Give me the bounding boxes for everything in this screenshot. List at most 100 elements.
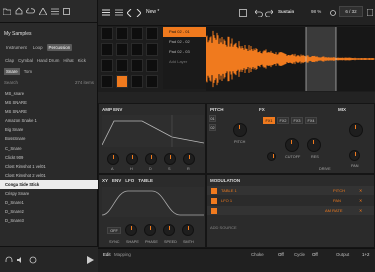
loop-icon[interactable] [28,255,37,264]
tab-table[interactable]: TABLE [138,178,153,183]
hold-knob[interactable] [126,153,138,165]
remove-mod-icon[interactable]: ✕ [359,186,362,195]
decay-knob[interactable] [145,153,157,165]
folder-icon[interactable] [2,7,11,16]
envelope-graph[interactable] [102,115,204,147]
mapping-tab[interactable]: Mapping [114,252,131,257]
drum-pad[interactable] [116,43,128,56]
speaker-icon[interactable] [16,255,25,264]
play-icon[interactable] [86,255,95,264]
list-item[interactable]: MS SNARE [0,107,98,116]
headphones-icon[interactable] [4,255,13,264]
tab-cymbal[interactable]: Cymbal [17,57,34,64]
mod-row[interactable]: AM RATE ✕ [207,206,374,215]
pitch-mode-button[interactable]: 02 [209,124,216,131]
tab-snare[interactable]: Snare [4,68,20,75]
chevron-right-icon[interactable] [135,8,142,17]
release-knob[interactable] [183,153,195,165]
drum-pad[interactable] [131,27,143,40]
attack-knob[interactable] [107,153,119,165]
speed-knob[interactable] [163,224,175,236]
list-item-selected[interactable]: Conga Side Stick [0,179,98,190]
phase-knob[interactable] [144,224,156,236]
list-icon[interactable] [50,7,59,16]
remove-mod-icon[interactable]: ✕ [359,196,362,205]
chevron-left-icon[interactable] [126,8,133,17]
list-item[interactable]: Big Snare [0,125,98,134]
tab-hihat[interactable]: Hihat [62,57,74,64]
list-item[interactable]: C_Snare [0,144,98,153]
settings-icon[interactable] [328,8,337,17]
list-item[interactable]: Crispy Snare [0,189,98,198]
list-item[interactable]: D_Snare3 [0,216,98,225]
cutoff-knob[interactable] [285,138,299,152]
shape-knob[interactable] [125,224,137,236]
pad-layer-item[interactable]: Pad 02 - 01 [163,27,206,37]
drum-pad[interactable] [101,75,113,88]
list-item[interactable]: MS_snare [0,89,98,98]
drum-pad[interactable] [101,27,113,40]
fx1-tab[interactable]: FX1 [263,117,275,124]
edit-tab[interactable]: Edit [103,252,111,257]
tab-percussion[interactable]: Percussion [46,44,73,51]
tab-clap[interactable]: Clap [4,57,15,64]
search-input[interactable]: Search 274 items [4,80,94,87]
drum-pad[interactable] [146,27,158,40]
drum-pad[interactable] [131,59,143,72]
sustain-knob[interactable] [164,153,176,165]
warning-icon[interactable] [38,7,47,16]
layout-icon[interactable] [238,8,247,17]
fx4-tab[interactable]: FX4 [305,117,317,124]
pad-layer-item[interactable]: Pad 02 - 03 [163,47,206,57]
pitch-knob[interactable] [233,123,247,137]
tab-env[interactable]: ENV [112,178,121,183]
drum-pad[interactable] [101,43,113,56]
zoom-level[interactable]: 98 % [311,9,321,14]
fx3-tab[interactable]: FX3 [291,117,303,124]
expand-icon[interactable] [366,8,374,17]
pan-knob[interactable] [349,150,360,161]
bars-icon[interactable] [114,8,123,17]
tab-tom[interactable]: Tom [22,68,34,75]
drum-pad[interactable] [101,59,113,72]
lfo-graph[interactable] [102,187,204,217]
lfo-off-button[interactable]: OFF [107,227,121,234]
tab-lfo[interactable]: LFO [125,178,134,183]
list-item[interactable]: Clickt 909 [0,153,98,162]
mod-row[interactable]: TABLE 1 PITCH ✕ [207,186,374,195]
pitch-mode-button[interactable]: 01 [209,115,216,122]
choke-value[interactable]: Off [278,252,284,257]
pad-layer-item[interactable]: Pad 02 - 02 [163,37,206,47]
smooth-knob[interactable] [182,224,194,236]
add-layer-button[interactable]: Add Layer [163,57,206,67]
drum-pad[interactable] [146,43,158,56]
drum-pad[interactable] [116,59,128,72]
add-source-button[interactable]: ADD SOURCE [210,225,237,230]
mod-row[interactable]: LFO 1 PAN ✕ [207,196,374,205]
page-counter[interactable]: 6 / 32 [339,6,363,17]
menu-icon[interactable] [101,8,110,17]
list-item[interactable]: D_Snare2 [0,207,98,216]
list-item[interactable]: BossSnare [0,134,98,143]
resonance-knob[interactable] [307,138,321,152]
gain-knob[interactable] [349,123,363,137]
drum-pad[interactable] [146,75,158,88]
cloud-icon[interactable] [26,7,35,16]
tab-loop[interactable]: Loop [31,44,45,51]
cycle-value[interactable]: Off [312,252,318,257]
list-item[interactable]: Amazon Snake 1 [0,116,98,125]
tab-instrument[interactable]: Instrument [4,44,29,51]
sustain-mode[interactable]: Sustain [278,9,294,14]
redo-icon[interactable] [264,8,273,17]
drum-pad[interactable] [146,59,158,72]
list-item[interactable]: Clost Rimshot 2 vel01 [0,171,98,180]
remove-mod-icon[interactable]: ✕ [359,206,362,215]
tab-kick[interactable]: Kick [77,57,87,64]
list-item[interactable]: Clost Rimshot 1 vel01 [0,162,98,171]
tab-xy[interactable]: XY [102,178,108,183]
list-item[interactable]: MS SNARE [0,98,98,107]
grid-icon[interactable] [62,7,71,16]
drum-pad[interactable] [131,75,143,88]
waveform-display[interactable] [206,27,375,91]
home-icon[interactable] [14,7,23,16]
